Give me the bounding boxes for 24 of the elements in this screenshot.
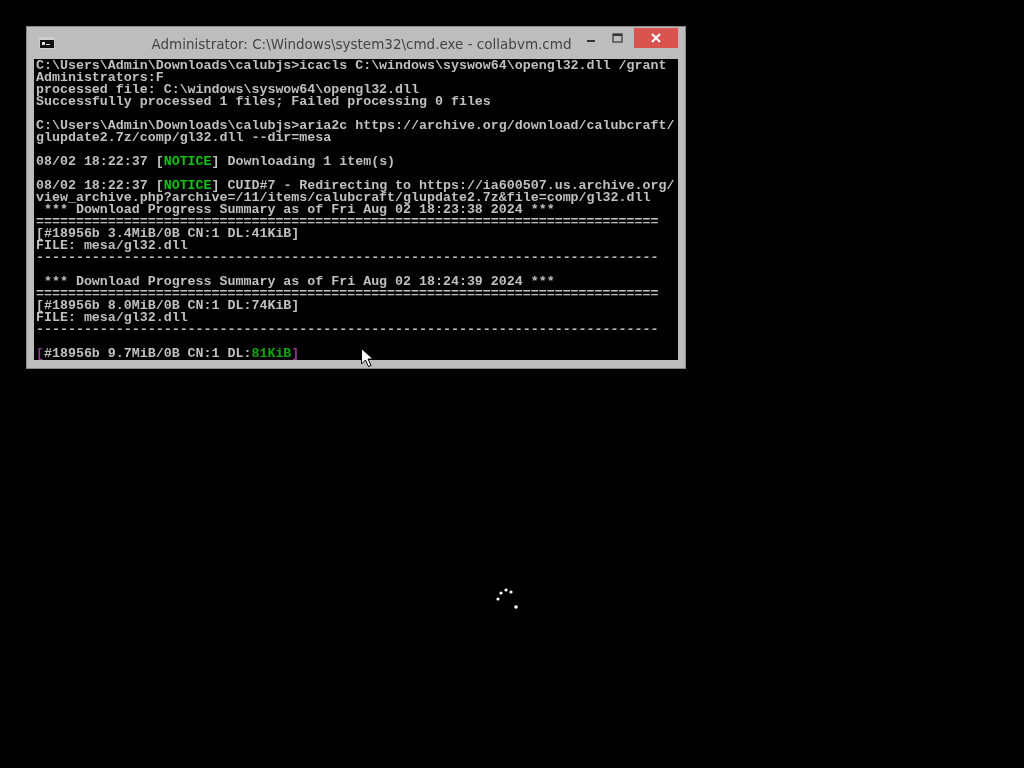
console-text: [#18956b 8.0MiB/0B CN:1 DL:74KiB]	[36, 298, 300, 313]
console-text: processed file: C:\windows\syswow64\opengl32.dll	[36, 82, 419, 97]
console-text: C:\Users\Admin\Downloads\calubjs>icacls C:\windows\syswow64\opengl32.dll /grant	[36, 59, 667, 73]
close-icon	[651, 33, 661, 43]
console-text: NOTICE	[163, 154, 212, 169]
minimize-icon	[587, 39, 595, 42]
console-text: ] Downloading 1 item(s)	[211, 154, 396, 169]
console-text: ] CUID#7 - Redirecting to https://ia600507.us.archive.org/	[211, 178, 675, 193]
window-title: Administrator: C:\Windows\system32\cmd.exe - collabvm.cmd	[150, 36, 573, 52]
close-button[interactable]	[634, 28, 678, 48]
console-text: [	[36, 346, 44, 360]
console-text: #18956b 9.7MiB/0B CN:1 DL:	[44, 346, 252, 360]
loading-spinner-icon	[494, 587, 520, 611]
maximize-icon	[611, 32, 623, 43]
console-text: NOTICE	[163, 178, 212, 193]
console-text: ]	[291, 346, 300, 360]
console-icon	[39, 37, 55, 49]
console-text: 08/02 18:22:37 [	[36, 154, 164, 169]
console-text: C:\Users\Admin\Downloads\calubjs>aria2c https://archive.org/download/calubcraft/	[36, 118, 675, 133]
console-text: 81KiB	[251, 346, 292, 360]
console-text: *** Download Progress Summary as of Fri Aug 02 18:24:39 2024 ***	[42, 274, 555, 289]
console-text: Administrators:F	[36, 70, 164, 85]
console-text: [#18956b 3.4MiB/0B CN:1 DL:41KiB]	[36, 226, 300, 241]
console-text: 08/02 18:22:37 [	[36, 178, 164, 193]
